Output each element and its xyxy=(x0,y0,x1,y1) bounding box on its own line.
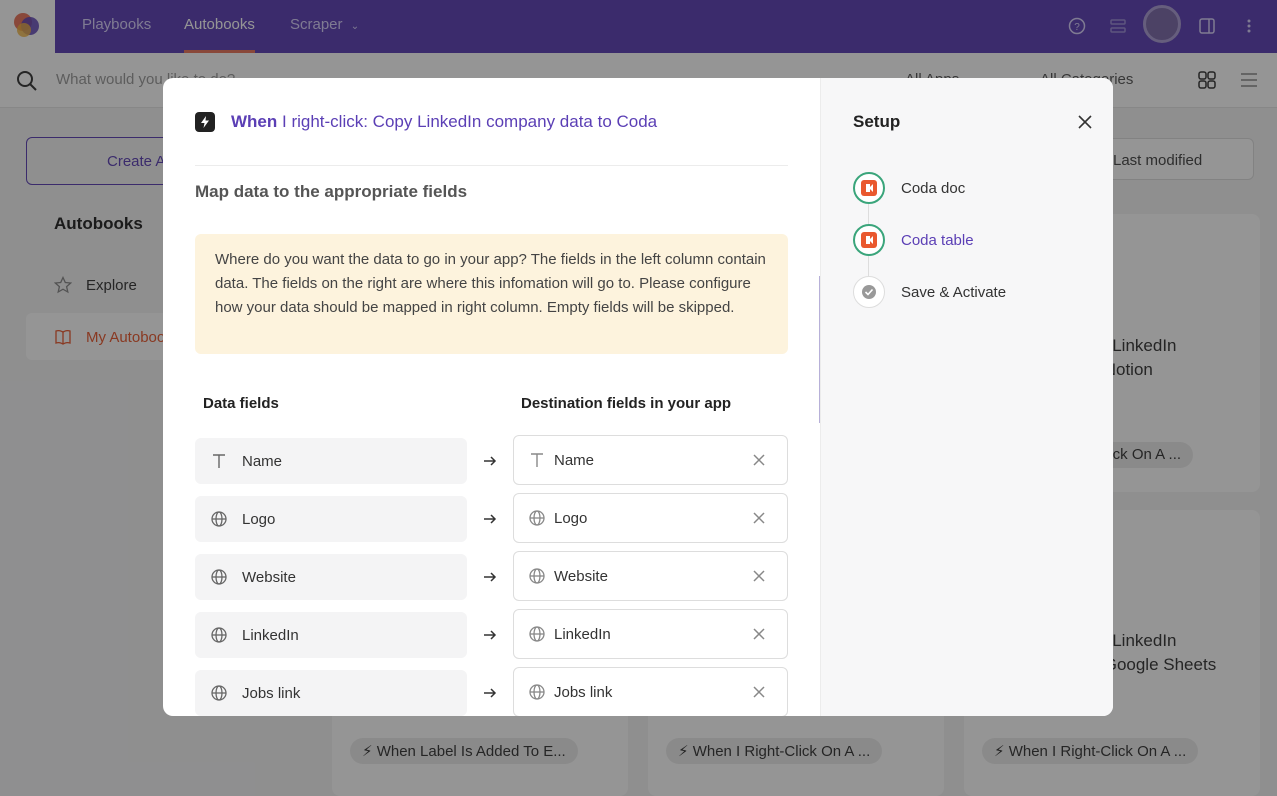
globe-icon xyxy=(211,511,227,527)
divider xyxy=(195,165,788,166)
title-prefix: When xyxy=(231,112,278,131)
arrow-right-icon xyxy=(484,572,497,582)
destination-field-label: Name xyxy=(554,452,595,469)
coda-logo-icon xyxy=(853,172,885,204)
step-connector xyxy=(868,204,869,224)
destination-field-name[interactable]: Name xyxy=(513,435,788,485)
data-field-website: Website xyxy=(195,554,467,600)
mapping-subtitle: Map data to the appropriate fields xyxy=(195,182,468,201)
globe-icon xyxy=(211,685,227,701)
data-field-label: LinkedIn xyxy=(242,627,299,644)
step-label: Coda table xyxy=(901,231,974,249)
data-field-label: Website xyxy=(242,569,296,586)
text-icon xyxy=(531,453,543,467)
clear-icon[interactable] xyxy=(752,511,766,525)
data-field-label: Jobs link xyxy=(242,685,301,702)
setup-title: Setup xyxy=(853,112,901,131)
destination-field-linkedin[interactable]: LinkedIn xyxy=(513,609,788,659)
mapping-panel: When I right-click: Copy LinkedIn compan… xyxy=(163,78,821,716)
modal-title: When I right-click: Copy LinkedIn compan… xyxy=(231,112,657,132)
step-label: Save & Activate xyxy=(901,283,1007,301)
globe-icon xyxy=(529,568,545,584)
destination-field-label: LinkedIn xyxy=(554,626,611,643)
globe-icon xyxy=(529,684,545,700)
arrow-right-icon xyxy=(484,630,497,640)
destination-field-label: Website xyxy=(554,568,608,585)
arrow-right-icon xyxy=(484,688,497,698)
lightning-icon xyxy=(195,112,215,132)
destination-field-label: Jobs link xyxy=(554,684,613,701)
setup-modal: When I right-click: Copy LinkedIn compan… xyxy=(163,78,1113,716)
data-field-name: Name xyxy=(195,438,467,484)
globe-icon xyxy=(529,626,545,642)
data-field-jobs-link: Jobs link xyxy=(195,670,467,716)
destination-field-jobs-link[interactable]: Jobs link xyxy=(513,667,788,716)
clear-icon[interactable] xyxy=(752,569,766,583)
data-field-label: Name xyxy=(242,453,283,470)
text-icon xyxy=(213,454,225,468)
clear-icon[interactable] xyxy=(752,627,766,641)
destination-field-logo[interactable]: Logo xyxy=(513,493,788,543)
setup-panel: Setup Coda doc Coda table Save & Activat… xyxy=(820,78,1113,716)
title-rest: I right-click: Copy LinkedIn company dat… xyxy=(277,112,658,131)
column-header-data: Data fields xyxy=(203,395,279,412)
info-notice: Where do you want the data to go in your… xyxy=(195,234,788,354)
data-field-logo: Logo xyxy=(195,496,467,542)
step-coda-table[interactable]: Coda table xyxy=(853,224,974,256)
close-icon[interactable] xyxy=(1077,114,1093,130)
step-connector xyxy=(868,256,869,276)
clear-icon[interactable] xyxy=(752,453,766,467)
step-coda-doc[interactable]: Coda doc xyxy=(853,172,965,204)
arrow-right-icon xyxy=(484,456,497,466)
step-label: Coda doc xyxy=(901,179,966,197)
globe-icon xyxy=(211,627,227,643)
globe-icon xyxy=(211,569,227,585)
column-header-destination: Destination fields in your app xyxy=(521,395,732,412)
data-field-label: Logo xyxy=(242,511,276,528)
destination-field-website[interactable]: Website xyxy=(513,551,788,601)
coda-logo-icon xyxy=(853,224,885,256)
globe-icon xyxy=(529,510,545,526)
data-field-linkedin: LinkedIn xyxy=(195,612,467,658)
check-circle-icon xyxy=(853,276,885,308)
destination-field-label: Logo xyxy=(554,510,588,527)
arrow-right-icon xyxy=(484,514,497,524)
step-save-activate[interactable]: Save & Activate xyxy=(853,276,1006,308)
clear-icon[interactable] xyxy=(752,685,766,699)
